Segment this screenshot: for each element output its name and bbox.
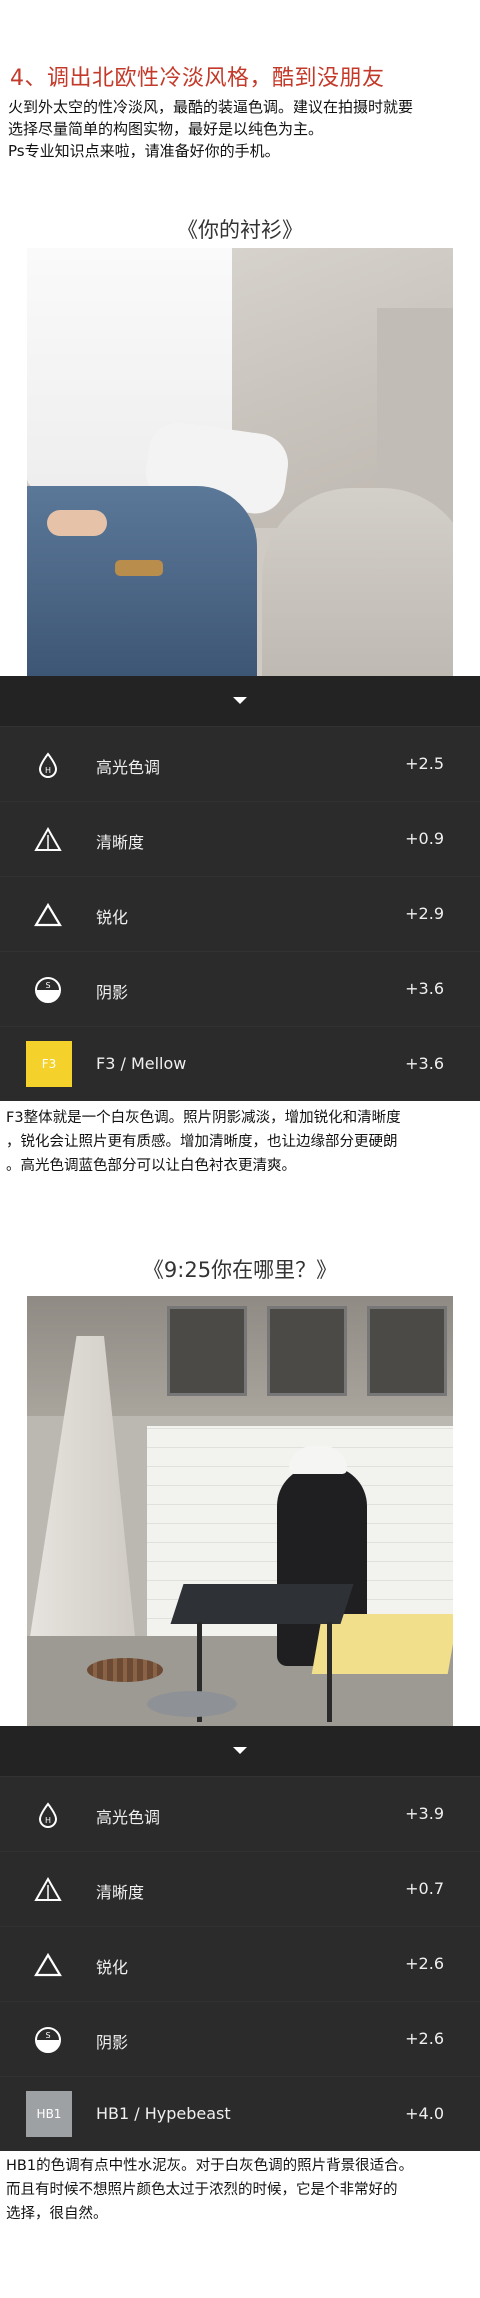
adjust-row-highlight[interactable]: H 高光色调 +3.9 [0,1776,480,1851]
photo-street [27,1296,453,1726]
filter-row[interactable]: HB1 HB1 / Hypebeast +4.0 [0,2076,480,2151]
filter-swatch: F3 [26,1041,72,1087]
sharpen-icon [34,902,62,927]
adjust-row-sharpen[interactable]: 锐化 +2.9 [0,876,480,951]
description-text: HB1的色调有点中性水泥灰。对于白灰色调的照片背景很适合。 而且有时候不想照片颜… [6,2154,476,2226]
photo-title: 《9:25你在哪里？》 [142,1258,338,1282]
clarity-icon [34,1876,62,1901]
description-line: 。高光色调蓝色部分可以让白色衬衣更清爽。 [6,1158,296,1174]
adjust-value: +3.9 [405,1804,444,1823]
filter-row[interactable]: F3 F3 / Mellow +3.6 [0,1026,480,1101]
adjust-row-sharpen[interactable]: 锐化 +2.6 [0,1926,480,2001]
adjust-value: +2.5 [405,754,444,773]
description-line: 而且有时候不想照片颜色太过于浓烈的时候，它是个非常好的 [6,2182,398,2198]
adjust-label: 锐化 [96,908,129,927]
adjust-row-clarity[interactable]: 清晰度 +0.9 [0,801,480,876]
adjust-label: 清晰度 [96,1883,145,1902]
adjust-value: +0.9 [405,829,444,848]
sharpen-icon [34,1952,62,1977]
adjust-value: +3.6 [405,979,444,998]
highlight-tone-icon: H [38,1802,58,1828]
adjust-label: 高光色调 [96,758,161,777]
edit-panel: H 高光色调 +3.9 清晰度 +0.7 锐化 +2.6 S 阴影 +2.6 H… [0,1726,480,2151]
clarity-icon [34,826,62,851]
svg-text:S: S [45,2031,50,2040]
adjust-label: 清晰度 [96,833,145,852]
svg-text:S: S [45,981,50,990]
adjust-value: +2.6 [405,1954,444,1973]
adjust-label: 阴影 [96,983,129,1002]
section-heading: 4、调出北欧性冷淡风格，酷到没朋友 [10,66,385,91]
intro-line: 火到外太空的性冷淡风，最酷的装逼色调。建议在拍摄时就要 [8,98,414,116]
chevron-down-icon[interactable] [233,1747,247,1754]
adjust-value: +2.6 [405,2029,444,2048]
filter-value: +3.6 [405,1054,444,1073]
adjust-label: 阴影 [96,2033,129,2052]
panel-collapse-handle[interactable] [0,676,480,726]
filter-label: HB1 / Hypebeast [96,2104,231,2123]
edit-panel: H 高光色调 +2.5 清晰度 +0.9 锐化 +2.9 S 阴影 +3.6 F… [0,676,480,1101]
intro-line: Ps专业知识点来啦，请准备好你的手机。 [8,142,280,160]
description-text: F3整体就是一个白灰色调。照片阴影减淡，增加锐化和清晰度 ，锐化会让照片更有质感… [6,1106,476,1178]
svg-text:H: H [45,1816,51,1825]
filter-swatch: HB1 [26,2091,72,2137]
description-line: HB1的色调有点中性水泥灰。对于白灰色调的照片背景很适合。 [6,2158,414,2174]
panel-collapse-handle[interactable] [0,1726,480,1776]
shadow-icon: S [35,2027,61,2053]
shadow-icon: S [35,977,61,1003]
adjust-row-shadow[interactable]: S 阴影 +3.6 [0,951,480,1026]
description-line: 选择，很自然。 [6,2206,108,2222]
filter-value: +4.0 [405,2104,444,2123]
adjust-row-clarity[interactable]: 清晰度 +0.7 [0,1851,480,1926]
adjust-row-highlight[interactable]: H 高光色调 +2.5 [0,726,480,801]
adjust-label: 高光色调 [96,1808,161,1827]
chevron-down-icon[interactable] [233,697,247,704]
photo-title: 《你的衬衫》 [177,218,303,242]
svg-text:H: H [45,766,51,775]
highlight-tone-icon: H [38,752,58,778]
description-line: ，锐化会让照片更有质感。增加清晰度，也让边缘部分更硬朗 [6,1134,398,1150]
adjust-value: +0.7 [405,1879,444,1898]
adjust-row-shadow[interactable]: S 阴影 +2.6 [0,2001,480,2076]
description-line: F3整体就是一个白灰色调。照片阴影减淡，增加锐化和清晰度 [6,1110,401,1126]
filter-label: F3 / Mellow [96,1054,187,1073]
article-page: 4、调出北欧性冷淡风格，酷到没朋友 火到外太空的性冷淡风，最酷的装逼色调。建议在… [0,0,480,2298]
photo-white-shirt [27,248,453,676]
adjust-label: 锐化 [96,1958,129,1977]
intro-line: 选择尽量简单的构图实物，最好是以纯色为主。 [8,120,324,138]
intro-text: 火到外太空的性冷淡风，最酷的装逼色调。建议在拍摄时就要 选择尽量简单的构图实物，… [8,96,472,162]
adjust-value: +2.9 [405,904,444,923]
